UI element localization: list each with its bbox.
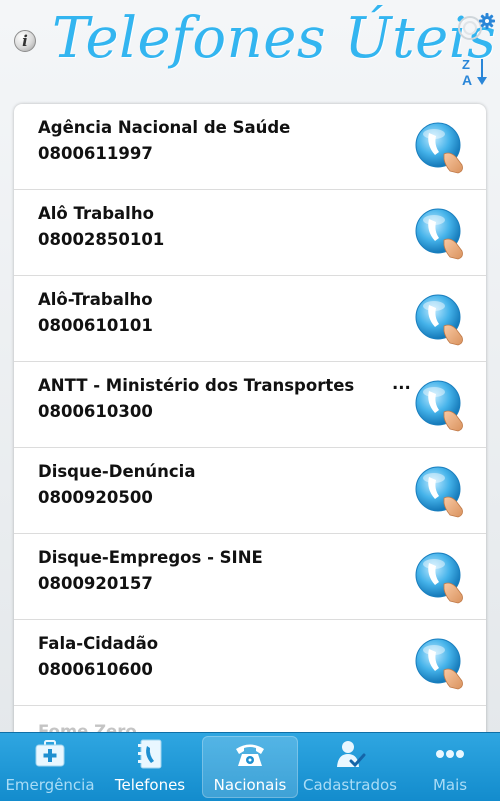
more-dots-icon [436,750,464,758]
phone-call-icon[interactable] [414,121,470,177]
svg-text:Z: Z [462,57,470,72]
contact-number: 0800610101 [38,316,153,335]
tab-emergencia[interactable]: Emergência [0,733,100,801]
contact-number: 08002850101 [38,230,165,249]
tab-nacionais[interactable]: Nacionais [202,736,298,798]
list-item[interactable]: Alô Trabalho 08002850101 [14,190,486,276]
list-item[interactable]: Agência Nacional de Saúde 0800611997 [14,104,486,190]
list-item[interactable]: ANTT - Ministério dos Transportes ... 08… [14,362,486,448]
app-title: Telefones Úteis [52,6,497,71]
tab-mais[interactable]: Mais [400,733,500,801]
tab-cadastrados[interactable]: Cadastrados [300,733,400,801]
contact-name: Alô-Trabalho [38,290,153,309]
info-icon[interactable]: i [14,30,36,52]
phone-book-icon [138,739,162,769]
tab-label: Mais [432,776,468,794]
user-check-icon [337,741,366,768]
contact-number: 0800611997 [38,144,153,163]
list-item[interactable]: Disque-Denúncia 0800920500 [14,448,486,534]
phone-call-icon[interactable] [414,379,470,435]
gear-icon[interactable] [456,12,496,50]
contact-name: Agência Nacional de Saúde [38,118,291,137]
contact-list[interactable]: Agência Nacional de Saúde 0800611997 Alô… [14,104,486,744]
contact-number: 0800610300 [38,402,153,421]
list-item[interactable]: Fala-Cidadão 0800610600 [14,620,486,706]
contact-name: Fala-Cidadão [38,634,159,653]
contact-name: Disque-Empregos - SINE [38,548,263,567]
tab-label: Emergência [5,776,95,794]
tab-label: Telefones [114,776,186,794]
phone-call-icon[interactable] [414,465,470,521]
telephone-icon [236,744,264,766]
app-header: i Telefones Úteis Z A [0,0,500,96]
bottom-tab-bar: Emergência Telefones Nacionais Cadastrad… [0,732,500,801]
contact-number: 0800610600 [38,660,153,679]
sort-z-a-icon[interactable]: Z A [460,56,490,88]
phone-call-icon[interactable] [414,551,470,607]
phone-call-icon[interactable] [414,293,470,349]
tab-label: Nacionais [213,776,287,794]
contact-name: ANTT - Ministério dos Transportes [38,376,355,395]
contact-number: 0800920500 [38,488,153,507]
tab-label: Cadastrados [303,776,397,794]
first-aid-kit-icon [35,740,65,767]
phone-call-icon[interactable] [414,637,470,693]
contact-name: Alô Trabalho [38,204,154,223]
name-overflow-ellipsis: ... [392,374,411,393]
tab-telefones[interactable]: Telefones [100,733,200,801]
contact-name: Disque-Denúncia [38,462,196,481]
contact-number: 0800920157 [38,574,153,593]
list-item[interactable]: Alô-Trabalho 0800610101 [14,276,486,362]
svg-text:A: A [462,72,472,88]
phone-call-icon[interactable] [414,207,470,263]
list-item[interactable]: Disque-Empregos - SINE 0800920157 [14,534,486,620]
